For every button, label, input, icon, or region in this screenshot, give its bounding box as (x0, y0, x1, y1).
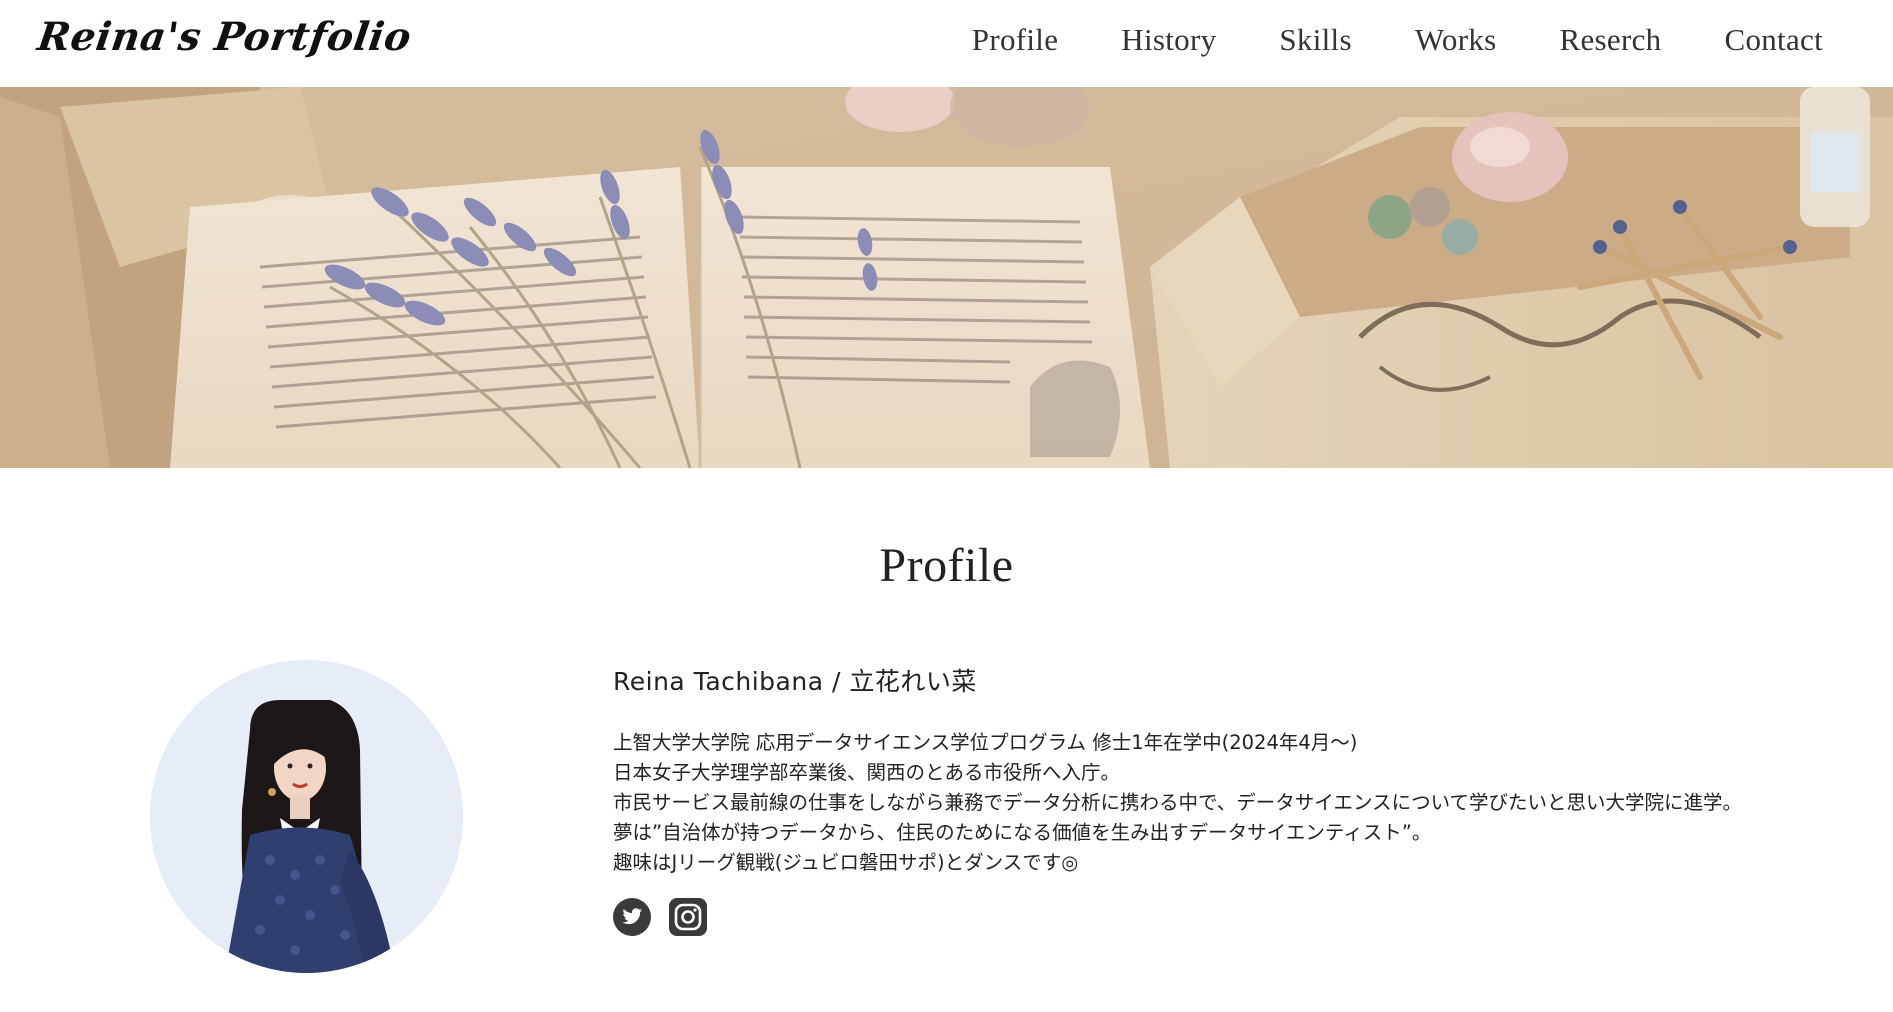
profile-details: Reina Tachibana / 立花れい菜 上智大学大学院 応用データサイエ… (613, 662, 1813, 936)
profile-heading: Profile (879, 539, 1014, 592)
bio-line: 日本女子大学理学部卒業後、関西のとある市役所へ入庁。 (613, 761, 1121, 784)
nav-profile[interactable]: Profile (972, 22, 1058, 58)
bio-line: 趣味はJリーグ観戦(ジュビロ磐田サポ)とダンスです◎ (613, 851, 1079, 874)
nav-history[interactable]: History (1121, 22, 1216, 58)
nav-skills[interactable]: Skills (1279, 22, 1351, 58)
hero-illustration (0, 87, 1893, 468)
avatar-illustration (150, 660, 463, 973)
twitter-link[interactable] (613, 898, 651, 936)
profile-bio: 上智大学大学院 応用データサイエンス学位プログラム 修士1年在学中(2024年4… (613, 728, 1813, 878)
site-header: Reina's Portfolio Profile History Skills… (0, 0, 1893, 87)
profile-name: Reina Tachibana / 立花れい菜 (613, 667, 977, 696)
bio-line: 市民サービス最前線の仕事をしながら兼務でデータ分析に携わる中で、データサイエンス… (613, 791, 1743, 814)
hero-image (0, 87, 1893, 468)
nav-research[interactable]: Reserch (1560, 22, 1662, 58)
instagram-link[interactable] (669, 898, 707, 936)
site-logo[interactable]: Reina's Portfolio (35, 14, 414, 60)
bio-line: 上智大学大学院 応用データサイエンス学位プログラム 修士1年在学中(2024年4… (613, 731, 1358, 754)
social-links (613, 898, 1813, 936)
twitter-icon (613, 898, 651, 936)
instagram-icon (669, 898, 707, 936)
nav-works[interactable]: Works (1415, 22, 1497, 58)
bio-line: 夢は”自治体が持つデータから、住民のためになる価値を生み出すデータサイエンティス… (613, 821, 1432, 844)
profile-photo (150, 660, 463, 973)
main-nav: Profile History Skills Works Reserch Con… (909, 22, 1823, 58)
nav-contact[interactable]: Contact (1724, 22, 1823, 58)
